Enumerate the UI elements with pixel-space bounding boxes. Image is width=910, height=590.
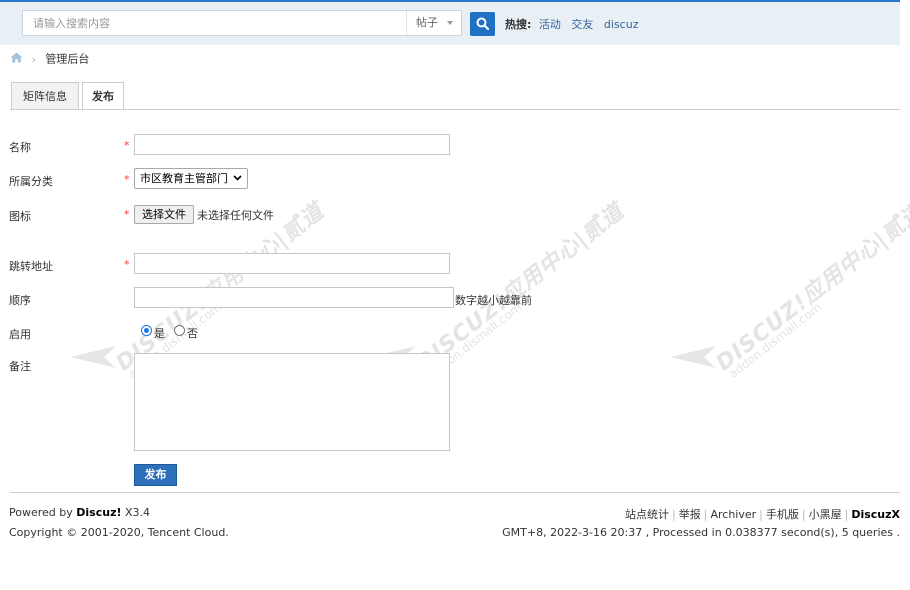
order-hint: 数字越小越靠前 — [455, 294, 532, 307]
footer-divider-pipe: | — [801, 508, 806, 521]
watermark-url: addon.dismall.com — [726, 299, 825, 382]
hot-search: 热搜: 活动 交友 discuz — [505, 18, 645, 32]
category-label: 所属分类 — [9, 175, 53, 188]
footer-divider-pipe: | — [759, 508, 763, 521]
required-mark: * — [124, 208, 130, 221]
enable-yes-radio[interactable] — [141, 325, 152, 336]
top-search-bar: 帖子 热搜: 活动 交友 discuz — [0, 0, 900, 45]
note-textarea[interactable] — [134, 353, 450, 451]
footer-stats: GMT+8, 2022-3-16 20:37 , Processed in 0.… — [502, 526, 900, 539]
submit-button[interactable]: 发布 — [134, 464, 177, 486]
footer-divider-pipe: | — [844, 508, 849, 521]
url-label: 跳转地址 — [9, 260, 53, 273]
watermark-arrow-icon — [670, 346, 716, 368]
name-input[interactable] — [134, 134, 450, 155]
footer-links: 站点统计 | 举报 | Archiver | 手机版 | 小黑屋 | DiscuzX — [625, 506, 900, 522]
footer-link-mobile[interactable]: 手机版 — [766, 508, 799, 521]
note-label: 备注 — [9, 360, 31, 373]
icon-label: 图标 — [9, 210, 31, 223]
hot-link-friends[interactable]: 交友 — [571, 18, 593, 31]
caret-down-icon — [447, 21, 453, 25]
powered-by: Powered by Discuz! X3.4 — [9, 506, 150, 519]
search-type-select[interactable]: 帖子 — [406, 11, 461, 35]
footer-link-discuzx[interactable]: DiscuzX — [851, 508, 900, 521]
category-select-value: 市区教育主管部门 — [140, 172, 228, 185]
breadcrumb-current[interactable]: 管理后台 — [45, 53, 89, 66]
copyright: Copyright © 2001-2020, Tencent Cloud. — [9, 526, 229, 539]
enable-no-label[interactable]: 否 — [187, 325, 198, 341]
watermark-mark: DISCUZ!应用中心|贰道 — [711, 198, 910, 377]
search-button[interactable] — [470, 12, 495, 36]
name-label: 名称 — [9, 141, 31, 154]
search-input[interactable] — [23, 11, 406, 35]
order-label: 顺序 — [9, 294, 31, 307]
search-icon — [476, 17, 489, 30]
footer-link-stats[interactable]: 站点统计 — [625, 508, 669, 521]
footer-divider-pipe: | — [703, 508, 708, 521]
home-icon[interactable] — [10, 52, 23, 67]
enable-label: 启用 — [9, 328, 31, 341]
breadcrumb: › 管理后台 — [10, 52, 89, 66]
hot-search-label: 热搜: — [505, 18, 532, 31]
search-type-label: 帖子 — [416, 16, 438, 29]
choose-file-button[interactable]: 选择文件 — [134, 205, 194, 224]
footer-divider-pipe: | — [672, 508, 676, 521]
hot-link-activity[interactable]: 活动 — [539, 18, 561, 31]
footer-divider — [10, 492, 900, 493]
category-select[interactable]: 市区教育主管部门 — [134, 168, 248, 189]
required-mark: * — [124, 139, 130, 152]
footer-link-archiver[interactable]: Archiver — [710, 508, 756, 521]
url-input[interactable] — [134, 253, 450, 274]
tab-matrix-info[interactable]: 矩阵信息 — [11, 82, 79, 109]
order-input[interactable] — [134, 287, 454, 308]
footer-link-blackroom[interactable]: 小黑屋 — [809, 508, 842, 521]
powered-brand-link[interactable]: Discuz! — [76, 506, 121, 519]
powered-prefix: Powered by — [9, 506, 77, 519]
required-mark: * — [124, 258, 130, 271]
search-box: 帖子 — [22, 10, 462, 36]
powered-version: X3.4 — [121, 506, 151, 519]
watermark-mark: DISCUZ!应用中心|贰道 — [411, 198, 630, 377]
breadcrumb-separator-icon: › — [31, 52, 36, 66]
file-status: 未选择任何文件 — [197, 209, 274, 222]
hot-link-discuz[interactable]: discuz — [604, 18, 639, 31]
required-mark: * — [124, 173, 130, 186]
footer-link-report[interactable]: 举报 — [679, 508, 701, 521]
watermark-arrow-icon — [70, 346, 116, 368]
enable-no-radio[interactable] — [174, 325, 185, 336]
chevron-down-icon — [233, 175, 242, 181]
enable-yes-label[interactable]: 是 — [154, 325, 165, 341]
tab-publish[interactable]: 发布 — [82, 82, 124, 110]
tabs-divider — [10, 109, 900, 110]
